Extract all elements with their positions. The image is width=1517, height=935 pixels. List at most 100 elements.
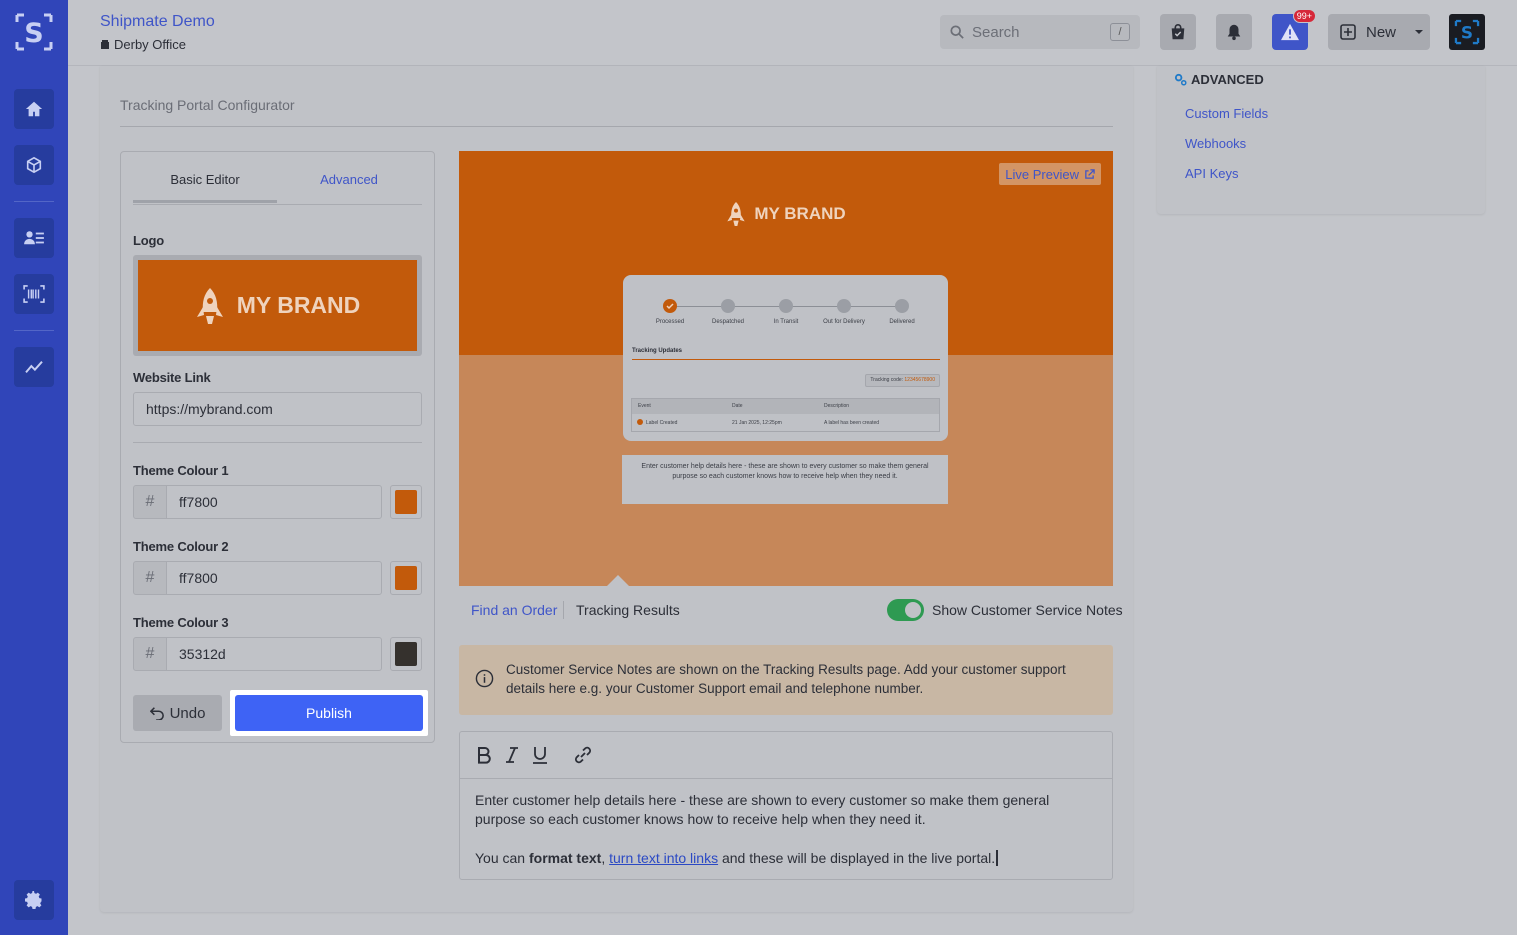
tab-basic-editor[interactable]: Basic Editor (133, 172, 277, 187)
account-avatar[interactable]: S (1449, 14, 1485, 50)
office-selector[interactable]: Derby Office (100, 37, 186, 52)
event-status-dot (637, 419, 643, 425)
tracking-updates-title: Tracking Updates (632, 348, 683, 354)
alerts-button[interactable]: 99+ (1272, 9, 1316, 50)
live-preview-button[interactable]: Live Preview (999, 163, 1101, 185)
step-dot-processed (663, 299, 677, 313)
toggle-knob (905, 602, 921, 618)
preview-pointer (607, 575, 629, 586)
new-button[interactable]: New (1328, 14, 1430, 50)
info-text: Customer Service Notes are shown on the … (506, 662, 1066, 697)
preview-page-switcher: Find an Order Tracking Results Show Cust… (459, 599, 1123, 621)
search-shortcut-key: / (1110, 23, 1130, 41)
editor-paragraph: Enter customer help details here - these… (475, 792, 1050, 828)
theme-colour-1-input[interactable]: ff7800 (166, 485, 382, 519)
live-preview-label: Live Preview (1005, 166, 1079, 182)
tracking-code-value: 12345678900 (904, 377, 935, 383)
divider (563, 601, 564, 619)
find-order-link[interactable]: Find an Order (471, 602, 557, 618)
underline-icon (533, 747, 547, 764)
notes-rich-text-editor[interactable]: Enter customer help details here - these… (459, 731, 1113, 880)
plus-square-icon (1340, 24, 1356, 40)
step-label: Delivered (889, 319, 915, 325)
new-button-label: New (1366, 23, 1397, 41)
orders-bag-button[interactable] (1160, 14, 1196, 50)
notifications-button[interactable] (1216, 14, 1252, 50)
step-dot-delivered (895, 299, 909, 313)
preview-brand: MY BRAND (459, 201, 1113, 227)
bold-button[interactable] (473, 744, 495, 766)
bell-icon (1227, 24, 1241, 41)
page-title: Tracking Portal Configurator (120, 97, 295, 113)
svg-text:S: S (24, 18, 43, 49)
editor-paragraph: You can format text, turn text into link… (475, 849, 1085, 868)
undo-label: Undo (169, 704, 206, 722)
nav-barcode-button[interactable] (14, 274, 54, 314)
tab-advanced[interactable]: Advanced (277, 172, 421, 187)
webhooks-link[interactable]: Webhooks (1185, 136, 1246, 151)
contacts-icon (24, 231, 44, 245)
table-cell: A label has been created (824, 420, 880, 426)
undo-button[interactable]: Undo (133, 695, 222, 731)
advanced-heading-label: ADVANCED (1191, 72, 1264, 87)
divider (133, 442, 422, 443)
rocket-icon (196, 287, 223, 324)
shipmate-logo[interactable]: S (14, 12, 54, 52)
theme-colour-3-label: Theme Colour 3 (133, 615, 229, 630)
logo-preview: MY BRAND (138, 260, 417, 351)
publish-button[interactable]: Publish (235, 695, 423, 731)
divider (632, 359, 940, 360)
table-header-cell: Event (638, 403, 651, 409)
colour-swatch (395, 566, 417, 590)
divider (133, 204, 422, 205)
app-title[interactable]: Shipmate Demo (100, 13, 215, 31)
preview-notes: Enter customer help details here - these… (622, 455, 948, 504)
table-header (632, 399, 939, 414)
nav-settings-button[interactable] (14, 880, 54, 920)
advanced-heading: ADVANCED (1174, 72, 1264, 87)
link-icon (575, 746, 591, 764)
colour-swatch (395, 490, 417, 514)
italic-button[interactable] (501, 744, 523, 766)
logo-upload[interactable]: MY BRAND (133, 255, 422, 356)
theme-colour-3-row: # 35312d (133, 637, 422, 671)
external-link-icon (1085, 168, 1095, 179)
step-dot-out-for-delivery (837, 299, 851, 313)
bold-icon (478, 747, 491, 764)
api-keys-link[interactable]: API Keys (1185, 166, 1238, 181)
custom-fields-link[interactable]: Custom Fields (1185, 106, 1268, 121)
show-notes-toggle[interactable] (887, 599, 924, 621)
editor-panel: Basic Editor Advanced Logo MY BRAND Webs… (120, 151, 435, 743)
website-label: Website Link (133, 370, 211, 385)
nav-analytics-button[interactable] (14, 347, 54, 387)
theme-colour-3-picker[interactable] (390, 637, 422, 671)
nav-packages-button[interactable] (14, 145, 54, 185)
hash-prefix: # (133, 485, 167, 519)
editor-content[interactable]: Enter customer help details here - these… (475, 791, 1085, 868)
theme-colour-3-input[interactable]: 35312d (166, 637, 382, 671)
configurator-card: Tracking Portal Configurator Basic Edito… (100, 66, 1133, 912)
search-input[interactable]: Search / (940, 15, 1140, 49)
theme-colour-1-picker[interactable] (390, 485, 422, 519)
barcode-scan-icon (23, 285, 45, 303)
portal-preview: Live Preview MY BRAND Processed Despatch… (459, 151, 1113, 586)
nav-home-button[interactable] (14, 89, 54, 129)
theme-colour-2-label: Theme Colour 2 (133, 539, 229, 554)
tracking-results-tab[interactable]: Tracking Results (576, 602, 680, 618)
underline-button[interactable] (529, 744, 551, 766)
website-link-input[interactable]: https://mybrand.com (133, 392, 422, 426)
shopping-bag-icon (1171, 24, 1185, 40)
logo-brand-text: MY BRAND (236, 292, 361, 318)
shipmate-avatar-icon: S (1454, 19, 1480, 45)
link-button[interactable] (572, 744, 594, 766)
gears-icon (1174, 73, 1187, 86)
building-icon (101, 39, 109, 49)
show-notes-label: Show Customer Service Notes (932, 602, 1123, 618)
step-dot-despatched (721, 299, 735, 313)
theme-colour-2-input[interactable]: ff7800 (166, 561, 382, 595)
caret-down-icon (1415, 30, 1424, 34)
theme-colour-2-picker[interactable] (390, 561, 422, 595)
nav-contacts-button[interactable] (14, 218, 54, 258)
step-dot-in-transit (779, 299, 793, 313)
editor-link[interactable]: turn text into links (609, 850, 718, 866)
